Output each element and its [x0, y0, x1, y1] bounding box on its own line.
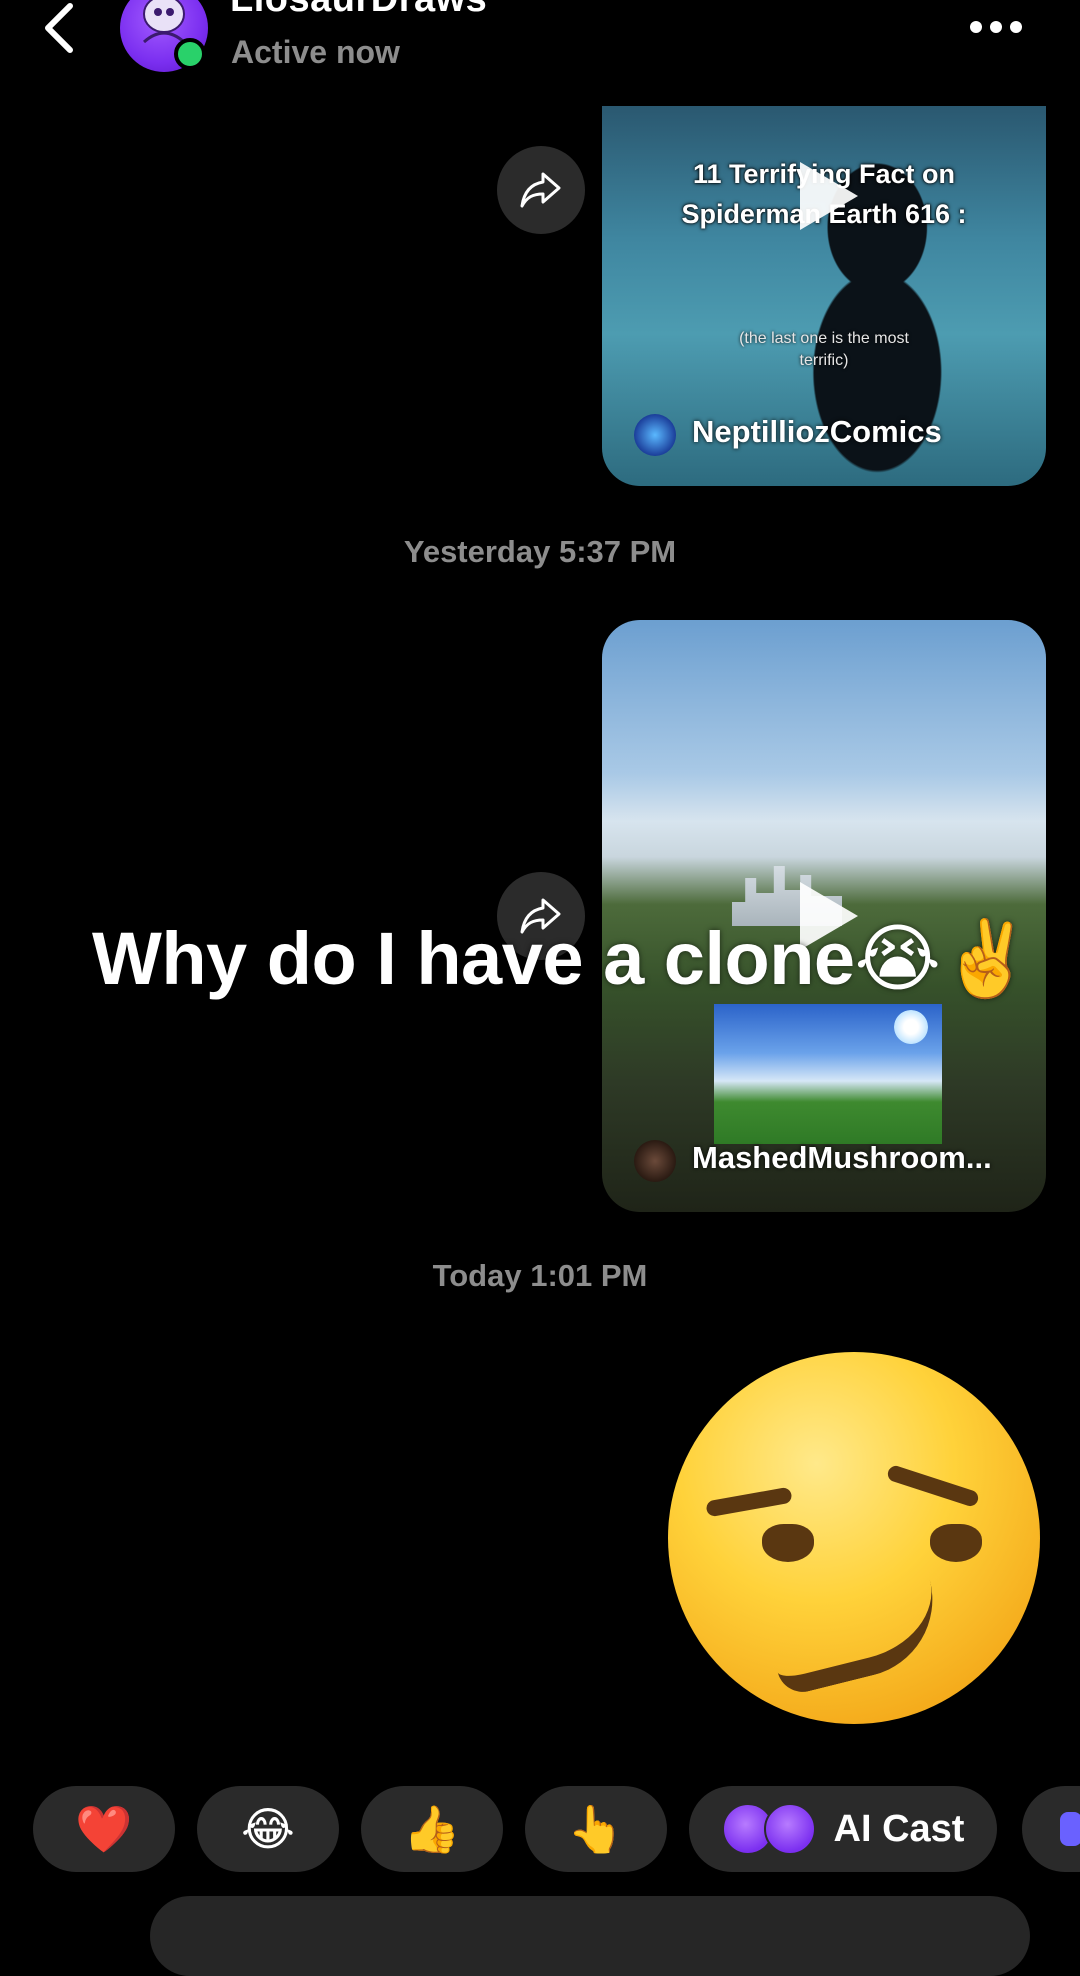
chevron-left-icon: [45, 3, 73, 53]
eye-icon: [930, 1524, 982, 1562]
ai-cast-label: AI Cast: [833, 1807, 965, 1850]
play-icon[interactable]: [800, 162, 858, 230]
quick-reaction-bar: ❤️ 😂 👍 👆 AI Cast: [33, 1786, 997, 1872]
contact-name[interactable]: LiosaurDraws: [230, 0, 487, 21]
more-options-button[interactable]: [970, 12, 1030, 42]
online-status-indicator: [174, 38, 206, 70]
dot-icon: [990, 21, 1002, 33]
smirking-face-emoji-message[interactable]: [668, 1352, 1040, 1724]
more-reactions-button[interactable]: [1022, 1786, 1080, 1872]
game-controller-icon: [1060, 1812, 1080, 1846]
avatar: [763, 1803, 816, 1855]
message-timestamp: Today 1:01 PM: [432, 1258, 648, 1293]
ai-cast-button[interactable]: AI Cast: [689, 1786, 997, 1872]
author-avatar: [634, 414, 676, 456]
video-message-card[interactable]: 11 Terrifying Fact on Spiderman Earth 61…: [602, 106, 1046, 486]
reaction-thumbs-up-button[interactable]: 👍: [361, 1786, 503, 1872]
message-timestamp: Yesterday 5:37 PM: [403, 534, 677, 569]
video-overlay-subtitle: (the last one is the most terrific): [739, 330, 909, 369]
message-input-field[interactable]: [150, 1896, 1030, 1976]
author-avatar: [634, 1140, 676, 1182]
share-arrow-icon: [520, 172, 561, 208]
back-button[interactable]: [36, 0, 86, 56]
sun-icon: [894, 1010, 928, 1044]
video-author[interactable]: NeptilliozComics: [692, 414, 942, 450]
eyebrow-icon: [885, 1463, 981, 1509]
inset-landscape-image: [714, 1004, 942, 1144]
dot-icon: [1010, 21, 1022, 33]
overlay-caption: Why do I have a clone😭✌️: [92, 917, 1033, 1000]
reaction-laugh-button[interactable]: 😂: [197, 1786, 339, 1872]
smirk-mouth-icon: [765, 1580, 949, 1698]
reaction-heart-button[interactable]: ❤️: [33, 1786, 175, 1872]
eye-icon: [762, 1524, 814, 1562]
dot-icon: [970, 21, 982, 33]
eyebrow-icon: [705, 1486, 793, 1518]
reaction-point-up-button[interactable]: 👆: [525, 1786, 667, 1872]
active-status-text: Active now: [231, 34, 400, 70]
share-button[interactable]: [497, 146, 585, 234]
video-author[interactable]: MashedMushroom...: [692, 1140, 992, 1176]
